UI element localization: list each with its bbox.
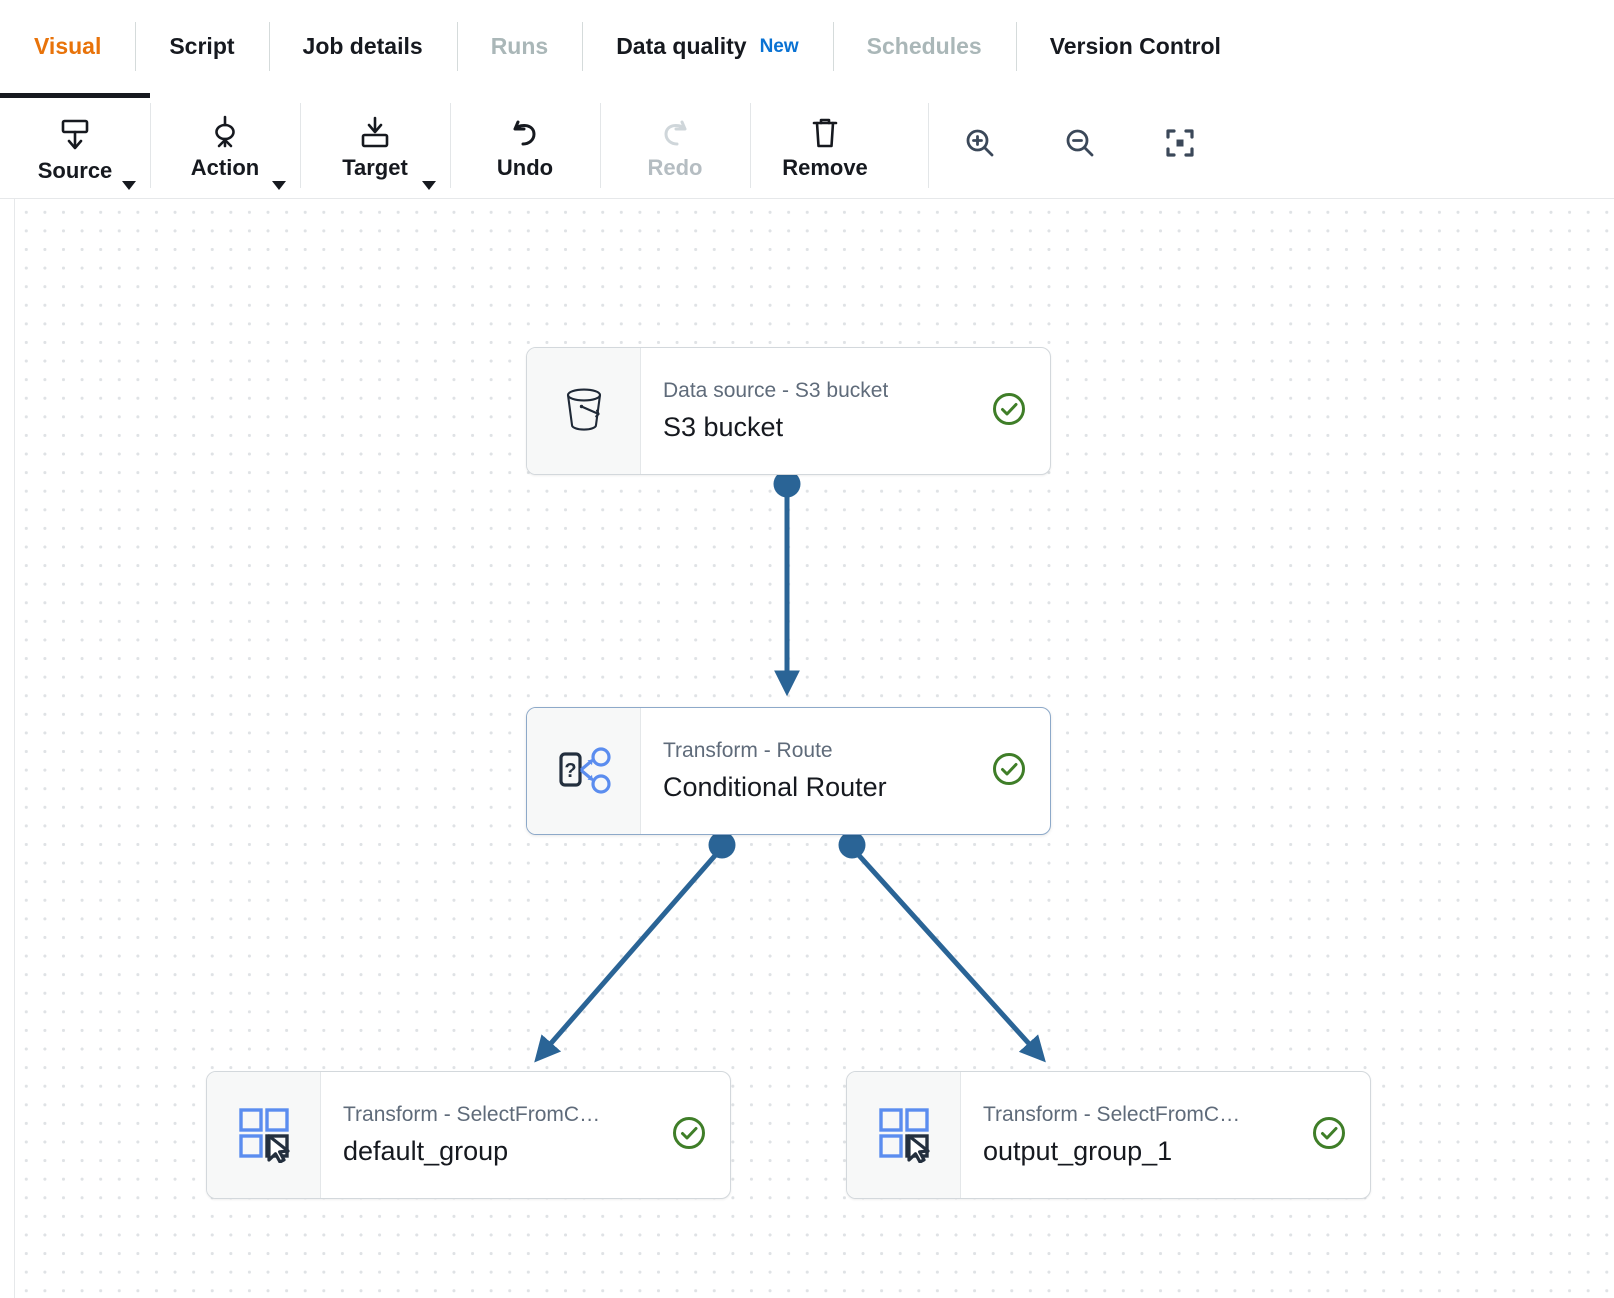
zoom-in-button[interactable] xyxy=(928,93,1030,198)
node-body: Transform - SelectFromC… output_group_1 xyxy=(961,1072,1370,1198)
job-graph-canvas[interactable]: Data source - S3 bucket S3 bucket ? Tran… xyxy=(14,199,1614,1298)
tab-data-quality-label: Data quality xyxy=(616,33,747,59)
node-subtitle: Transform - SelectFromC… xyxy=(343,1102,601,1126)
tab-runs-label: Runs xyxy=(490,33,549,59)
tab-version-control[interactable]: Version Control xyxy=(1015,0,1255,93)
chevron-down-icon[interactable] xyxy=(272,181,286,190)
node-text: Data source - S3 bucket S3 bucket xyxy=(663,377,888,446)
status-valid-check-icon xyxy=(990,750,1028,793)
tab-runs[interactable]: Runs xyxy=(456,0,583,93)
toolbar-undo-button[interactable]: Undo xyxy=(450,93,600,198)
node-output-group-1[interactable]: Transform - SelectFromC… output_group_1 xyxy=(846,1071,1371,1199)
tab-job-details[interactable]: Job details xyxy=(268,0,457,93)
job-tab-bar: Visual Script Job details Runs Data qual… xyxy=(0,0,1614,93)
node-icon-cell xyxy=(527,348,641,474)
fit-to-screen-button[interactable] xyxy=(1130,93,1230,198)
toolbar-remove-label: Remove xyxy=(782,155,868,180)
tab-version-control-label: Version Control xyxy=(1049,33,1221,59)
status-badge xyxy=(990,390,1028,433)
edge-s3-to-router xyxy=(773,470,801,697)
target-icon xyxy=(358,114,392,152)
zoom-out-icon xyxy=(1062,125,1098,166)
tab-script[interactable]: Script xyxy=(135,0,268,93)
toolbar-target-button[interactable]: Target xyxy=(300,93,450,198)
node-icon-cell xyxy=(847,1072,961,1198)
zoom-out-button[interactable] xyxy=(1030,93,1130,198)
chevron-down-icon[interactable] xyxy=(422,181,436,190)
undo-icon xyxy=(507,114,543,152)
node-subtitle: Data source - S3 bucket xyxy=(663,378,889,402)
toolbar-redo-label: Redo xyxy=(647,155,703,180)
node-text: Transform - SelectFromC… default_group xyxy=(343,1101,600,1170)
toolbar-undo-label: Undo xyxy=(496,155,554,180)
node-body: Transform - SelectFromC… default_group xyxy=(321,1072,730,1198)
edge-router-to-output-group-1 xyxy=(838,831,1046,1063)
node-body: Transform - Route Conditional Router xyxy=(641,708,1050,834)
tab-data-quality[interactable]: Data quality New xyxy=(582,0,832,93)
node-subtitle: Transform - Route xyxy=(663,738,833,762)
tab-schedules-label: Schedules xyxy=(866,33,982,59)
node-s3-source[interactable]: Data source - S3 bucket S3 bucket xyxy=(526,347,1051,475)
node-text: Transform - Route Conditional Router xyxy=(663,737,887,806)
redo-icon xyxy=(657,114,693,152)
node-text: Transform - SelectFromC… output_group_1 xyxy=(983,1101,1240,1170)
node-title: output_group_1 xyxy=(983,1135,1173,1166)
node-subtitle: Transform - SelectFromC… xyxy=(983,1102,1241,1126)
tab-visual[interactable]: Visual xyxy=(0,0,135,93)
status-valid-check-icon xyxy=(1310,1114,1348,1157)
chevron-down-icon[interactable] xyxy=(122,181,136,190)
zoom-in-icon xyxy=(962,125,998,166)
tab-visual-label: Visual xyxy=(34,33,102,59)
toolbar-target-label: Target xyxy=(342,155,408,180)
source-icon xyxy=(58,117,92,155)
node-title: S3 bucket xyxy=(663,411,784,442)
status-valid-check-icon xyxy=(990,390,1028,433)
node-icon-cell: ? xyxy=(527,708,641,834)
node-title: Conditional Router xyxy=(663,771,887,802)
status-badge xyxy=(1310,1114,1348,1157)
svg-text:?: ? xyxy=(564,760,576,782)
toolbar-source-button[interactable]: Source xyxy=(0,93,150,198)
canvas-toolbar: Source Action Target Undo Redo Remove xyxy=(0,93,1614,199)
route-icon: ? xyxy=(553,740,615,803)
tab-script-label: Script xyxy=(169,33,235,59)
tab-schedules[interactable]: Schedules xyxy=(832,0,1016,93)
tab-job-details-label: Job details xyxy=(302,33,423,59)
glue-studio-visual-editor: Visual Script Job details Runs Data qual… xyxy=(0,0,1614,1298)
toolbar-action-label: Action xyxy=(190,155,260,180)
status-valid-check-icon xyxy=(670,1114,708,1157)
select-from-collection-icon xyxy=(874,1103,934,1168)
node-icon-cell xyxy=(207,1072,321,1198)
status-badge xyxy=(670,1114,708,1157)
action-icon xyxy=(208,114,242,152)
fit-to-screen-icon xyxy=(1162,125,1198,166)
toolbar-action-button[interactable]: Action xyxy=(150,93,300,198)
s3-bucket-icon xyxy=(555,380,613,443)
node-body: Data source - S3 bucket S3 bucket xyxy=(641,348,1050,474)
toolbar-redo-button[interactable]: Redo xyxy=(600,93,750,198)
node-conditional-router[interactable]: ? Transform - Route Conditional Router xyxy=(526,707,1051,835)
toolbar-remove-button[interactable]: Remove xyxy=(750,93,900,198)
edge-router-to-default-group xyxy=(534,831,736,1063)
new-badge: New xyxy=(759,35,799,57)
trash-icon xyxy=(809,114,841,152)
status-badge xyxy=(990,750,1028,793)
node-title: default_group xyxy=(343,1135,509,1166)
node-default-group[interactable]: Transform - SelectFromC… default_group xyxy=(206,1071,731,1199)
select-from-collection-icon xyxy=(234,1103,294,1168)
toolbar-source-label: Source xyxy=(37,157,113,183)
